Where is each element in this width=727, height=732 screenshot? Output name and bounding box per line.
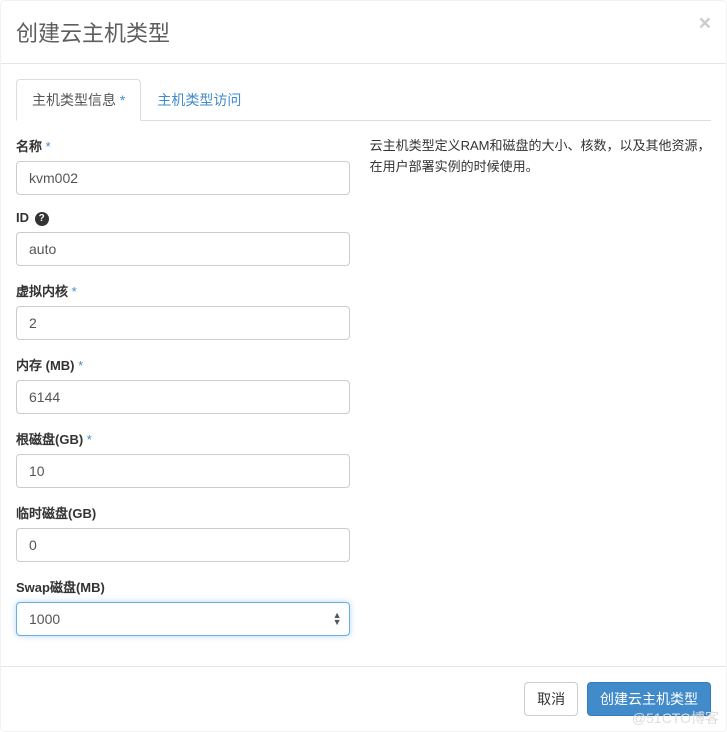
modal-title: 创建云主机类型 (16, 16, 711, 48)
vcpus-input[interactable] (16, 306, 350, 340)
field-vcpus: 虚拟内核 * (16, 281, 350, 340)
swap-spinner: ▲ ▼ (16, 602, 350, 636)
modal-header: 创建云主机类型 × (1, 1, 726, 64)
name-input[interactable] (16, 161, 350, 195)
field-ram: 内存 (MB) * (16, 355, 350, 414)
root-disk-label: 根磁盘(GB) * (16, 429, 350, 448)
required-mark: * (87, 432, 92, 447)
swap-label: Swap磁盘(MB) (16, 577, 350, 596)
root-disk-input[interactable] (16, 454, 350, 488)
tab-label: 主机类型信息 (32, 92, 116, 108)
tab-flavor-info[interactable]: 主机类型信息 * (16, 79, 141, 121)
ram-label: 内存 (MB) * (16, 355, 350, 374)
spinner-controls[interactable]: ▲ ▼ (333, 612, 342, 626)
id-input[interactable] (16, 232, 350, 266)
ephemeral-label: 临时磁盘(GB) (16, 503, 350, 522)
modal-body: 主机类型信息 * 主机类型访问 名称 * (1, 64, 726, 666)
help-icon[interactable]: ? (35, 212, 49, 226)
modal-footer: 取消 创建云主机类型 (1, 666, 726, 731)
field-swap-disk: Swap磁盘(MB) ▲ ▼ (16, 577, 350, 636)
ephemeral-input[interactable] (16, 528, 350, 562)
tab-content: 名称 * ID ? 虚拟内核 * (16, 136, 711, 651)
required-mark: * (120, 92, 125, 108)
field-ephemeral-disk: 临时磁盘(GB) (16, 503, 350, 562)
tab-flavor-access[interactable]: 主机类型访问 (141, 79, 257, 121)
help-text: 云主机类型定义RAM和磁盘的大小、核数，以及其他资源，在用户部署实例的时候使用。 (370, 136, 711, 651)
tab-label: 主机类型访问 (157, 92, 241, 108)
required-mark: * (78, 358, 83, 373)
field-id: ID ? (16, 210, 350, 266)
vcpus-label: 虚拟内核 * (16, 281, 350, 300)
required-mark: * (72, 284, 77, 299)
tab-list: 主机类型信息 * 主机类型访问 (16, 79, 711, 121)
ram-input[interactable] (16, 380, 350, 414)
id-label: ID ? (16, 210, 350, 226)
field-name: 名称 * (16, 136, 350, 195)
required-mark: * (46, 139, 51, 154)
name-label: 名称 * (16, 136, 350, 155)
chevron-down-icon[interactable]: ▼ (333, 619, 342, 626)
form-column: 名称 * ID ? 虚拟内核 * (16, 136, 350, 651)
close-icon[interactable]: × (699, 13, 711, 34)
swap-input[interactable] (16, 602, 350, 636)
create-flavor-modal: 创建云主机类型 × 主机类型信息 * 主机类型访问 名称 (0, 0, 727, 732)
field-root-disk: 根磁盘(GB) * (16, 429, 350, 488)
